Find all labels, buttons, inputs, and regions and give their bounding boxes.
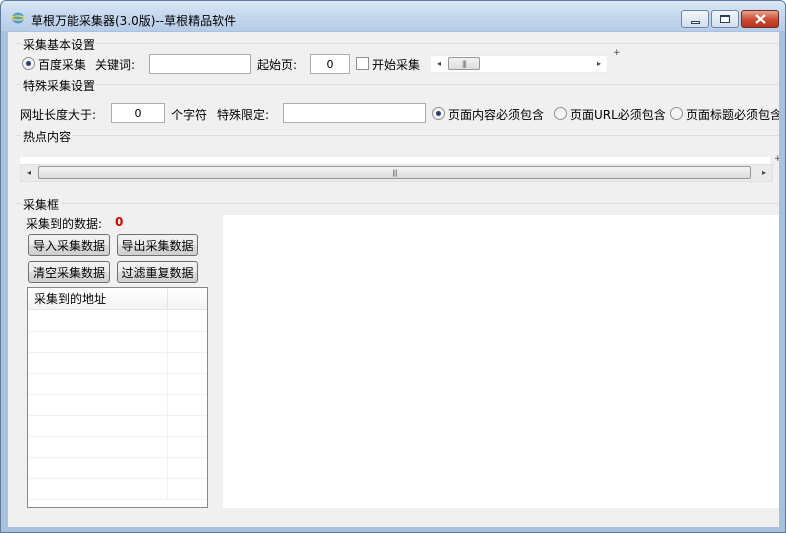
option-content-radio[interactable]: [432, 107, 445, 120]
option-title-radio[interactable]: [670, 107, 683, 120]
option-title-label: 页面标题必须包含: [686, 108, 779, 122]
column-header-extra[interactable]: [168, 288, 207, 310]
keyword-input[interactable]: [149, 54, 251, 74]
list-row: [28, 332, 207, 353]
column-header-url[interactable]: 采集到的地址: [28, 288, 168, 310]
baidu-radio-label: 百度采集: [38, 58, 87, 72]
list-row: [28, 437, 207, 458]
start-page-label: 起始页:: [257, 58, 298, 72]
collect-frame-title: 采集框: [21, 196, 62, 213]
hot-content-title: 热点内容: [21, 128, 74, 145]
hot-content-scrollbar[interactable]: ◂ ||| ▸: [20, 164, 773, 182]
list-row: [28, 353, 207, 374]
window-title: 草根万能采集器(3.0版)--草根精品软件: [31, 14, 237, 28]
scroll-left-icon[interactable]: ◂: [431, 56, 447, 71]
collected-count-value: 0: [115, 215, 124, 229]
app-globe-icon: [11, 12, 25, 24]
list-row: [28, 479, 207, 500]
scroll-thumb[interactable]: |||: [448, 57, 480, 70]
import-button[interactable]: 导入采集数据: [28, 234, 110, 256]
main-window: 草根万能采集器(3.0版)--草根精品软件 采集基本设置 百度采集 关键词: 起…: [0, 0, 786, 533]
list-row: [28, 374, 207, 395]
hot-scroll-right-icon[interactable]: ▸: [756, 165, 772, 180]
clear-button[interactable]: 清空采集数据: [28, 261, 110, 283]
splitter-grip-icon-2: +: [774, 154, 779, 164]
dedupe-button[interactable]: 过滤重复数据: [117, 261, 198, 283]
title-bar[interactable]: 草根万能采集器(3.0版)--草根精品软件: [1, 1, 785, 31]
basic-settings-title: 采集基本设置: [21, 36, 98, 53]
list-row: [28, 395, 207, 416]
page-content-view[interactable]: [223, 215, 779, 508]
special-settings-title: 特殊采集设置: [21, 77, 98, 94]
client-area: 采集基本设置 百度采集 关键词: 起始页: 开始采集 ◂ ||| ▸ + 特殊采…: [8, 32, 779, 527]
option-url-radio[interactable]: [554, 107, 567, 120]
maximize-icon: [720, 15, 730, 23]
export-button[interactable]: 导出采集数据: [117, 234, 198, 256]
collected-count-label: 采集到的数据:: [26, 217, 103, 231]
hot-scroll-thumb[interactable]: |||: [38, 166, 751, 179]
minimize-icon: [690, 20, 700, 24]
maximize-button[interactable]: [711, 10, 739, 28]
page-scrollbar[interactable]: ◂ ||| ▸: [430, 55, 608, 73]
minimize-button[interactable]: [681, 10, 709, 28]
start-page-input[interactable]: [310, 54, 350, 74]
collected-url-list[interactable]: 采集到的地址: [27, 287, 208, 508]
list-row: [28, 458, 207, 479]
list-row: [28, 311, 207, 332]
special-limit-label: 特殊限定:: [217, 108, 270, 122]
hot-content-strip: [20, 157, 770, 164]
option-url-label: 页面URL必须包含: [570, 108, 666, 122]
url-length-input[interactable]: [111, 103, 165, 123]
special-limit-input[interactable]: [283, 103, 426, 123]
close-icon: [754, 14, 766, 24]
start-collect-label: 开始采集: [372, 58, 421, 72]
baidu-radio[interactable]: [22, 57, 35, 70]
url-length-label: 网址长度大于:: [20, 108, 97, 122]
keyword-label: 关键词:: [95, 58, 136, 72]
splitter-grip-icon: +: [613, 48, 621, 58]
close-button[interactable]: [741, 10, 779, 28]
start-collect-checkbox[interactable]: [356, 57, 369, 70]
chars-unit-label: 个字符: [171, 108, 208, 122]
list-header: 采集到的地址: [28, 288, 207, 310]
scroll-right-icon[interactable]: ▸: [591, 56, 607, 71]
hot-scroll-left-icon[interactable]: ◂: [21, 165, 37, 180]
list-row: [28, 416, 207, 437]
option-content-label: 页面内容必须包含: [448, 108, 545, 122]
